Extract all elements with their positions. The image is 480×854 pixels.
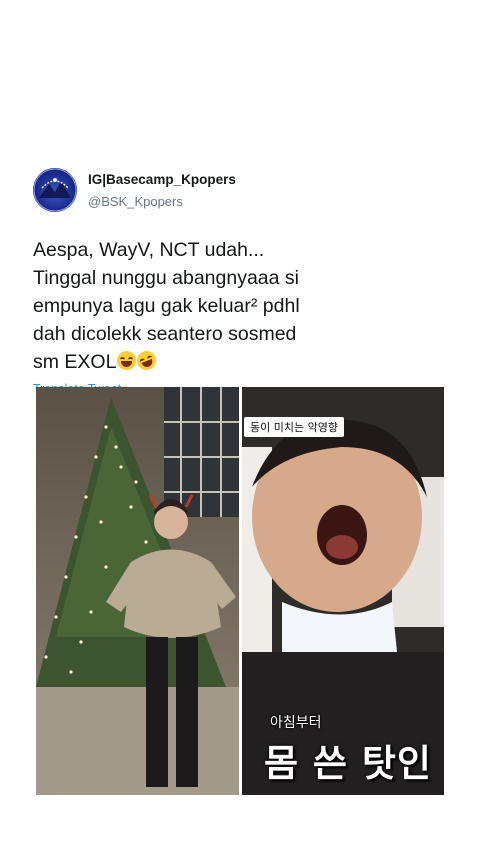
user-handle[interactable]: @BSK_Kpopers — [88, 193, 236, 210]
tweet-text-line: Tinggal nunggu abangnyaaa si — [33, 267, 299, 289]
grinning-sweat-emoji-icon — [117, 351, 137, 370]
basecamp-logo-icon — [33, 168, 77, 212]
tweet-text-line: dah dicolekk seantero sosmed — [33, 323, 297, 345]
tweet-text-line-last: sm EXOL — [33, 348, 453, 376]
avatar[interactable] — [33, 168, 77, 212]
display-name[interactable]: IG|Basecamp_Kpopers — [88, 171, 236, 188]
tweet-text-line: sm EXOL — [33, 351, 117, 373]
rolling-laughing-emoji-icon — [134, 348, 160, 373]
tweet-card: IG|Basecamp_Kpopers @BSK_Kpopers Aespa, … — [33, 165, 453, 397]
tweet-text: Aespa, WayV, NCT udah... Tinggal nunggu … — [33, 236, 453, 376]
tweet-text-line: Aespa, WayV, NCT udah... — [33, 239, 265, 261]
tweet-author: IG|Basecamp_Kpopers @BSK_Kpopers — [88, 171, 236, 210]
tweet-media[interactable]: 동이 미치는 악영향 아침부터 몸 쓴 탓인 — [36, 387, 444, 795]
media-image-right[interactable]: 동이 미치는 악영향 아침부터 몸 쓴 탓인 — [242, 387, 444, 795]
tweet-header: IG|Basecamp_Kpopers @BSK_Kpopers — [33, 165, 453, 215]
dancing-person-image — [36, 387, 239, 795]
video-caption-small: 아침부터 — [270, 715, 322, 731]
media-image-left[interactable] — [36, 387, 239, 795]
video-caption-big: 몸 쓴 탓인 — [264, 742, 432, 785]
tweet-text-line: empunya lagu gak keluar² pdhl — [33, 295, 300, 317]
screenshot-page: IG|Basecamp_Kpopers @BSK_Kpopers Aespa, … — [0, 0, 480, 854]
video-caption-top: 동이 미치는 악영향 — [244, 417, 344, 437]
